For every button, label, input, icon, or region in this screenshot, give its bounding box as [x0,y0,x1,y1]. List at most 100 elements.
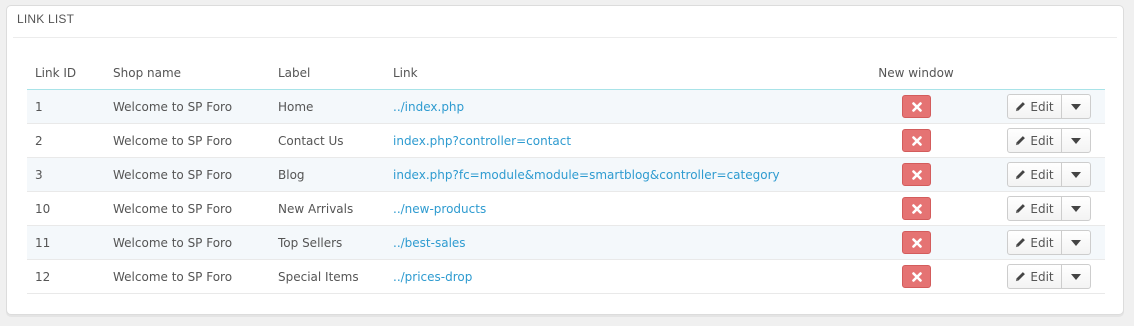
cell-label: New Arrivals [270,191,385,226]
caret-down-icon [1071,273,1081,280]
cell-link: ../best-sales [385,225,863,260]
cell-link: index.php?fc=module&module=smartblog&con… [385,157,863,192]
panel-title: LINK LIST [17,12,75,26]
cell-actions: Edit [969,157,1105,192]
cell-link: ../prices-drop [385,259,863,294]
header-link-id: Link ID [27,57,105,90]
actions-dropdown-button[interactable] [1062,95,1090,118]
close-icon [911,272,922,282]
cell-actions: Edit [969,225,1105,260]
cell-new-window [863,157,969,192]
caret-down-icon [1071,137,1081,144]
cell-link-id: 3 [27,157,105,192]
cell-actions: Edit [969,191,1105,226]
cell-link-id: 2 [27,123,105,158]
link-url[interactable]: ../prices-drop [393,270,472,284]
heading-divider [13,37,1117,38]
edit-button-label: Edit [1030,167,1054,182]
pencil-icon [1016,238,1026,248]
close-icon [911,102,922,112]
cell-link-id: 11 [27,225,105,260]
actions-dropdown-button[interactable] [1062,197,1090,220]
close-icon [911,170,922,180]
cell-actions: Edit [969,123,1105,158]
link-url[interactable]: ../best-sales [393,236,466,250]
actions-dropdown-button[interactable] [1062,129,1090,152]
caret-down-icon [1071,239,1081,246]
caret-down-icon [1071,103,1081,110]
close-icon [911,238,922,248]
caret-down-icon [1071,205,1081,212]
link-url[interactable]: ../index.php [393,100,464,114]
cell-label: Blog [270,157,385,192]
actions-dropdown-button[interactable] [1062,231,1090,254]
edit-button[interactable]: Edit [1008,197,1062,220]
actions-dropdown-button[interactable] [1062,163,1090,186]
cell-new-window [863,225,969,260]
cell-shop-name: Welcome to SP Foro [105,191,270,226]
pencil-icon [1016,102,1026,112]
cell-link-id: 1 [27,89,105,124]
header-label: Label [270,57,385,90]
table-row[interactable]: 1 Welcome to SP Foro Home ../index.php E… [27,89,1105,124]
cell-shop-name: Welcome to SP Foro [105,123,270,158]
cell-new-window [863,191,969,226]
link-list-table: Link ID Shop name Label Link New window … [27,57,1105,294]
close-icon [911,136,922,146]
cell-new-window [863,123,969,158]
link-list-panel: LINK LIST Link ID Shop name Label Link N… [6,5,1124,315]
cell-link-id: 10 [27,191,105,226]
edit-button-label: Edit [1030,201,1054,216]
row-action-group: Edit [1007,162,1091,187]
cell-label: Contact Us [270,123,385,158]
link-url[interactable]: index.php?controller=contact [393,134,571,148]
cell-label: Special Items [270,259,385,294]
new-window-toggle-button[interactable] [901,265,931,288]
pencil-icon [1016,170,1026,180]
edit-button-label: Edit [1030,235,1054,250]
edit-button[interactable]: Edit [1008,265,1062,288]
caret-down-icon [1071,171,1081,178]
cell-label: Home [270,89,385,124]
edit-button[interactable]: Edit [1008,95,1062,118]
header-link: Link [385,57,863,90]
pencil-icon [1016,136,1026,146]
cell-new-window [863,259,969,294]
cell-link: ../index.php [385,89,863,124]
edit-button[interactable]: Edit [1008,231,1062,254]
edit-button[interactable]: Edit [1008,163,1062,186]
cell-link: index.php?controller=contact [385,123,863,158]
close-icon [911,204,922,214]
edit-button-label: Edit [1030,269,1054,284]
row-action-group: Edit [1007,264,1091,289]
new-window-toggle-button[interactable] [901,95,931,118]
table-row[interactable]: 10 Welcome to SP Foro New Arrivals ../ne… [27,191,1105,226]
edit-button[interactable]: Edit [1008,129,1062,152]
cell-link-id: 12 [27,259,105,294]
new-window-toggle-button[interactable] [901,129,931,152]
cell-label: Top Sellers [270,225,385,260]
header-new-window: New window [863,57,969,90]
pencil-icon [1016,272,1026,282]
new-window-toggle-button[interactable] [901,231,931,254]
table-row[interactable]: 12 Welcome to SP Foro Special Items ../p… [27,259,1105,294]
row-action-group: Edit [1007,196,1091,221]
row-action-group: Edit [1007,128,1091,153]
table-row[interactable]: 11 Welcome to SP Foro Top Sellers ../bes… [27,225,1105,260]
table-row[interactable]: 3 Welcome to SP Foro Blog index.php?fc=m… [27,157,1105,192]
pencil-icon [1016,204,1026,214]
header-shop-name: Shop name [105,57,270,90]
new-window-toggle-button[interactable] [901,197,931,220]
link-url[interactable]: ../new-products [393,202,486,216]
table-row[interactable]: 2 Welcome to SP Foro Contact Us index.ph… [27,123,1105,158]
cell-link: ../new-products [385,191,863,226]
cell-shop-name: Welcome to SP Foro [105,89,270,124]
actions-dropdown-button[interactable] [1062,265,1090,288]
edit-button-label: Edit [1030,133,1054,148]
table-header-row: Link ID Shop name Label Link New window [27,57,1105,90]
link-url[interactable]: index.php?fc=module&module=smartblog&con… [393,168,780,182]
cell-actions: Edit [969,259,1105,294]
cell-shop-name: Welcome to SP Foro [105,225,270,260]
header-actions [969,57,1105,90]
new-window-toggle-button[interactable] [901,163,931,186]
